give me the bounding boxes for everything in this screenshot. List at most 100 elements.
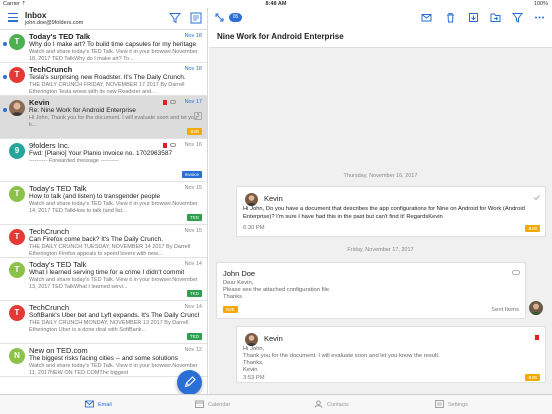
thread-count-badge: 05 xyxy=(229,13,242,22)
list-item[interactable]: Kevin Nov 17 Re: Nine Work for Android E… xyxy=(0,96,207,139)
message-preview: Watch and share today's TED Talk. View i… xyxy=(29,277,198,290)
clock: 8:48 AM xyxy=(265,1,287,7)
message-preview: Watch and share today's TED Talk. View i… xyxy=(29,49,198,62)
hamburger-menu-icon[interactable] xyxy=(8,13,18,22)
message-card[interactable]: John Doe Dear Kevin, Please see the atta… xyxy=(216,262,526,319)
sender-name: Kevin xyxy=(264,194,283,203)
list-item[interactable]: T Today's TED Talk Nov 15 How to talk (a… xyxy=(0,182,207,225)
sender-name: TechCrunch xyxy=(29,227,70,236)
list-item[interactable]: T TechCrunch Nov 14 SoftBank's Uber bet … xyxy=(0,301,207,344)
tag-badge: B2B xyxy=(223,306,238,313)
avatar: T xyxy=(9,186,25,202)
avatar xyxy=(9,100,25,116)
avatar: 9 xyxy=(9,143,25,159)
trash-icon[interactable] xyxy=(445,12,456,23)
checkmark-icon xyxy=(533,195,540,201)
avatar: T xyxy=(9,67,25,83)
message-subject: Can Firefox come back? It's The Daily Cr… xyxy=(29,236,164,243)
message-card[interactable]: Kevin Hi John, Thank you for the documen… xyxy=(236,326,546,383)
edit-list-icon[interactable] xyxy=(190,12,202,24)
thread-count-badge: 3 xyxy=(194,112,202,120)
message-subject: What I learned serving time for a crime … xyxy=(29,269,185,276)
tab-label: Email xyxy=(98,402,112,408)
sender-name: Today's TED Talk xyxy=(29,32,91,41)
unread-dot-icon xyxy=(3,108,7,112)
compose-button[interactable] xyxy=(177,370,202,394)
message-subject: How to talk (and listen) to transgender … xyxy=(29,193,161,200)
message-subject: The biggest risks facing cities -- and s… xyxy=(29,355,178,362)
sender-name: John Doe xyxy=(223,269,256,278)
list-item[interactable]: T Today's TED Talk Nov 18 Why do I make … xyxy=(0,30,207,63)
tag-badge: B2B xyxy=(525,374,540,381)
avatar: T xyxy=(9,229,25,245)
message-subject: SoftBank's Uber bet and Lyft expands. It… xyxy=(29,312,199,319)
message-date: Nov 12 xyxy=(184,347,202,353)
list-item[interactable]: T TechCrunch Nov 15 Can Firefox come bac… xyxy=(0,225,207,258)
mail-icon xyxy=(85,400,94,408)
message-preview: THE DAILY CRUNCH TUESDAY, NOVEMBER 14 20… xyxy=(29,244,191,257)
tag-badge: TED xyxy=(187,333,202,340)
message-preview: Watch and share today's TED Talk. View i… xyxy=(29,363,198,376)
attachment-icon xyxy=(512,270,520,275)
avatar xyxy=(529,301,543,315)
unread-dot-icon xyxy=(3,42,7,46)
message-list-pane: Inbox john.doe@9folders.com T Today's TE… xyxy=(0,8,208,394)
message-card[interactable]: Kevin Hi John, Do you have a document th… xyxy=(236,186,546,237)
status-bar: Carrier ⇡ 8:48 AM 100% xyxy=(0,0,552,8)
list-header: Inbox john.doe@9folders.com xyxy=(0,8,207,30)
message-preview: Watch and share today's TED Talk. View i… xyxy=(29,201,198,214)
folder-title: Inbox xyxy=(25,11,47,20)
attachment-icon xyxy=(170,100,176,104)
attachment-icon xyxy=(170,143,176,147)
message-body: Hi John, Do you have a document that des… xyxy=(243,206,525,220)
tab-label: Settings xyxy=(448,402,468,408)
conversation-toolbar: 05 xyxy=(209,8,552,28)
conversation-pane: 05 Nine Work for Android Enterprise Thur… xyxy=(209,8,552,394)
avatar: T xyxy=(9,262,25,278)
message-time: 6:30 PM xyxy=(243,225,265,231)
tag-badge: TED xyxy=(187,290,202,297)
message-date: Nov 14 xyxy=(184,304,202,310)
message-date: Nov 14 xyxy=(184,261,202,267)
sender-name: Kevin xyxy=(29,98,50,107)
message-date: Nov 15 xyxy=(184,185,202,191)
message-date: Nov 18 xyxy=(184,33,202,39)
sender-name: 9folders Inc. xyxy=(29,141,70,150)
list-item[interactable]: T TechCrunch Nov 18 Tesla's surprising n… xyxy=(0,63,207,96)
message-preview: THE DAILY CRUNCH FRIDAY, NOVEMBER 17 201… xyxy=(29,82,185,95)
list-item[interactable]: 9 9folders Inc. Nov 16 Fwd: [Planio] You… xyxy=(0,139,207,182)
message-preview: Hi John, Thank you for the document. I w… xyxy=(29,115,198,128)
avatar: N xyxy=(9,348,25,364)
contacts-icon xyxy=(314,400,323,408)
tag-badge: B2B xyxy=(187,128,202,135)
list-item[interactable]: T Today's TED Talk Nov 14 What I learned… xyxy=(0,258,207,301)
sender-name: Kevin xyxy=(264,334,283,343)
message-body-line: Kevin xyxy=(243,367,258,373)
message-preview: ---------- Forwarded message ---------- xyxy=(29,158,119,164)
date-separator: Friday, November 17, 2017 xyxy=(347,247,414,253)
message-date: Nov 18 xyxy=(184,66,202,72)
move-to-folder-icon[interactable] xyxy=(490,12,501,23)
avatar: T xyxy=(9,34,25,50)
date-separator: Thursday, November 16, 2017 xyxy=(343,173,418,179)
account-email: john.doe@9folders.com xyxy=(25,20,84,26)
message-time: 3:53 PM xyxy=(243,375,265,381)
expand-icon[interactable] xyxy=(215,13,224,22)
settings-icon xyxy=(435,400,444,408)
flag-icon xyxy=(163,100,167,105)
avatar: T xyxy=(9,305,25,321)
unread-dot-icon xyxy=(3,75,7,79)
archive-icon[interactable] xyxy=(468,12,479,23)
message-subject: Tesla's surprising new Roadster. It's Th… xyxy=(29,74,186,81)
tag-badge: TED xyxy=(187,214,202,221)
filter-icon[interactable] xyxy=(512,12,523,23)
list-item[interactable]: N New on TED.com Nov 12 The biggest risk… xyxy=(0,344,207,377)
message-body-line: Thanks xyxy=(223,294,243,300)
filter-icon[interactable] xyxy=(169,12,181,24)
mail-icon[interactable] xyxy=(421,12,432,23)
tag-badge: B2B xyxy=(525,225,540,232)
thread-subject: Nine Work for Android Enterprise xyxy=(209,28,552,48)
message-subject: Re: Nine Work for Android Enterprise xyxy=(29,107,136,114)
more-icon[interactable] xyxy=(534,12,545,23)
message-subject: Fwd: [Planio] Your Planio invoice no. 17… xyxy=(29,150,173,157)
